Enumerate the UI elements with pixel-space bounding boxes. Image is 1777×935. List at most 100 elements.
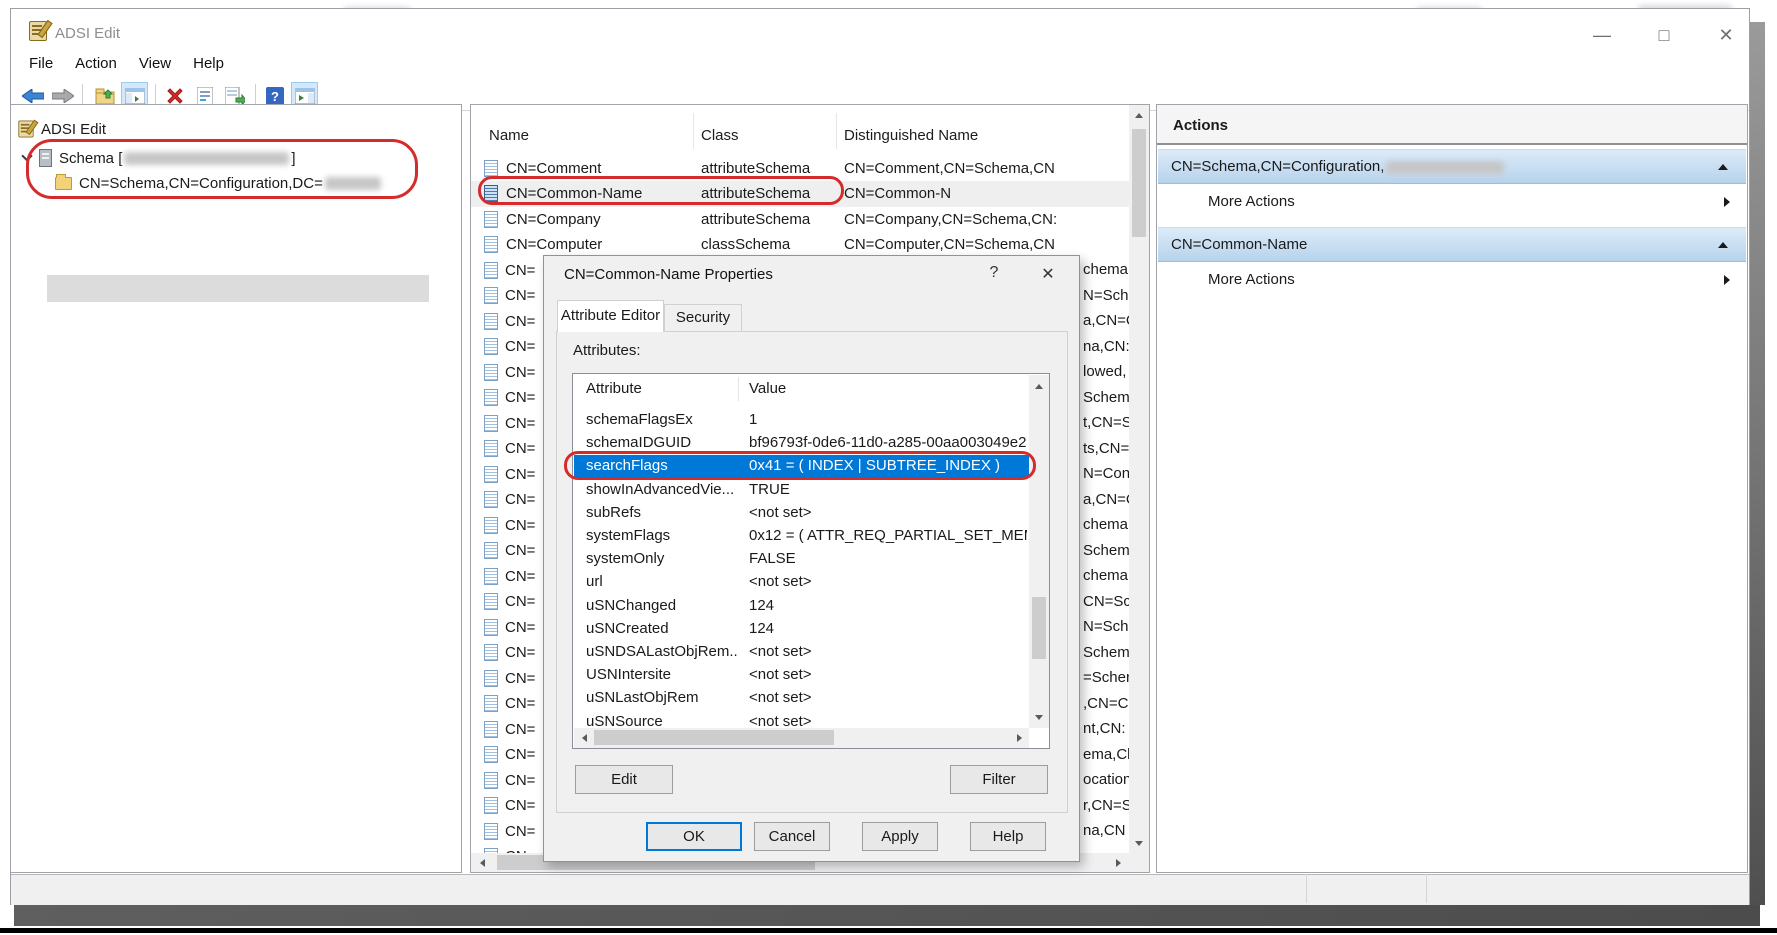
scroll-up-icon[interactable] [1035,384,1043,389]
table-row[interactable]: CN=CompanyattributeSchemaCN=Company,CN=S… [471,206,1129,232]
tree-root-adsi-edit[interactable]: ADSI Edit [17,119,106,139]
tree-root-label: ADSI Edit [41,121,106,138]
edit-button[interactable]: Edit [575,765,673,794]
attribute-schema-icon [484,262,498,279]
scroll-up-icon[interactable] [1135,113,1143,118]
attribute-row[interactable]: uSNDSALastObjRem...<not set> [574,641,1029,664]
table-row[interactable]: CN= [484,359,544,385]
column-divider[interactable] [836,113,837,149]
attribute-row[interactable]: schemaFlagsEx1 [574,409,1029,432]
scroll-left-icon[interactable] [480,859,485,867]
attribute-row[interactable]: subRefs<not set> [574,502,1029,525]
maximize-button[interactable]: □ [1649,25,1679,46]
tab-security[interactable]: Security [664,304,742,332]
vscroll-thumb[interactable] [1132,129,1146,237]
table-row[interactable]: CN= [484,844,544,854]
dialog-help-icon[interactable]: ? [982,264,1006,282]
table-row[interactable]: CN= [484,614,544,640]
attribute-value: <not set> [749,573,1027,590]
table-row[interactable]: CN= [484,716,544,742]
table-row[interactable]: CN= [484,334,544,360]
attribute-schema-icon [484,185,498,202]
table-row[interactable]: CN= [484,640,544,666]
attribute-row[interactable]: schemaIDGUIDbf96793f-0de6-11d0-a285-00aa… [574,432,1029,455]
help-button[interactable]: Help [970,822,1046,851]
menu-help[interactable]: Help [183,53,236,74]
table-row[interactable]: CN= [484,308,544,334]
table-row[interactable]: CN= [484,283,544,309]
table-row[interactable]: CN= [484,589,544,615]
table-row[interactable]: CN=CommentattributeSchemaCN=Comment,CN=S… [471,155,1129,181]
dialog-close-icon[interactable]: ✕ [1036,264,1060,284]
grid-hscrollbar[interactable] [574,728,1029,748]
tab-attribute-editor[interactable]: Attribute Editor [557,300,664,332]
scroll-right-icon[interactable] [1017,734,1022,742]
table-row[interactable]: CN= [484,538,544,564]
collapse-icon[interactable] [1718,164,1728,170]
list-vscrollbar[interactable] [1129,105,1149,853]
more-actions-common-name[interactable]: More Actions [1158,263,1746,297]
table-row[interactable]: CN= [484,818,544,844]
attribute-row[interactable]: uSNChanged124 [574,595,1029,618]
more-actions-schema[interactable]: More Actions [1158,185,1746,219]
table-row[interactable]: CN= [484,691,544,717]
grid-column-attribute[interactable]: Attribute [586,380,642,397]
table-row[interactable]: CN= [484,665,544,691]
grid-column-value[interactable]: Value [749,380,786,397]
attribute-value: FALSE [749,550,1027,567]
table-row[interactable]: CN= [484,563,544,589]
apply-button[interactable]: Apply [862,822,938,851]
filter-button[interactable]: Filter [950,765,1048,794]
ok-button[interactable]: OK [646,822,742,851]
close-button[interactable]: ✕ [1711,25,1741,46]
scroll-left-icon[interactable] [582,734,587,742]
attribute-row[interactable]: USNIntersite<not set> [574,664,1029,687]
table-row[interactable]: CN= [484,257,544,283]
column-header-name[interactable]: Name [489,127,529,144]
redacted-domain [325,177,381,190]
attribute-row[interactable]: uSNCreated124 [574,618,1029,641]
grid-vscroll-thumb[interactable] [1032,597,1046,659]
attribute-row[interactable]: searchFlags0x41 = ( INDEX | SUBTREE_INDE… [574,455,1029,478]
table-row[interactable]: CN= [484,512,544,538]
grid-hscroll-thumb[interactable] [594,730,834,745]
chevron-expanded-icon[interactable] [21,150,32,161]
scroll-down-icon[interactable] [1035,715,1043,720]
attribute-row[interactable]: uSNLastObjRem<not set> [574,687,1029,710]
actions-group-schema[interactable]: CN=Schema,CN=Configuration, [1158,149,1746,184]
cancel-button[interactable]: Cancel [754,822,830,851]
menu-action[interactable]: Action [65,53,129,74]
row-dn-fragment: Schema [1083,644,1131,661]
grid-vscrollbar[interactable] [1029,375,1049,728]
tree-item-schema-naming-context[interactable]: CN=Schema,CN=Configuration,DC= [55,175,383,192]
tree-item-schema[interactable]: Schema [ ] [19,149,296,167]
attribute-row[interactable]: showInAdvancedVie...TRUE [574,479,1029,502]
attribute-name: schemaFlagsEx [586,411,738,428]
scroll-right-icon[interactable] [1116,859,1121,867]
table-row[interactable]: CN=Common-NameattributeSchemaCN=Common-N [471,181,1129,207]
menu-view[interactable]: View [129,53,183,74]
table-row[interactable]: CN= [484,410,544,436]
row-name: CN= [505,364,535,381]
actions-group-common-name[interactable]: CN=Common-Name [1158,227,1746,262]
table-row[interactable]: CN= [484,767,544,793]
table-row[interactable]: CN= [484,461,544,487]
table-row[interactable]: CN= [484,436,544,462]
table-row[interactable]: CN= [484,793,544,819]
table-row[interactable]: CN= [484,487,544,513]
column-header-dn[interactable]: Distinguished Name [844,127,978,144]
attribute-row[interactable]: url<not set> [574,571,1029,594]
column-divider[interactable] [693,113,694,149]
table-row[interactable]: CN=ComputerclassSchemaCN=Computer,CN=Sch… [471,232,1129,258]
minimize-button[interactable]: — [1587,25,1617,46]
scroll-down-icon[interactable] [1135,841,1143,846]
column-header-class[interactable]: Class [701,127,739,144]
menu-file[interactable]: File [19,53,65,74]
collapse-icon[interactable] [1718,242,1728,248]
attribute-row[interactable]: systemFlags0x12 = ( ATTR_REQ_PARTIAL_SET… [574,525,1029,548]
attribute-row[interactable]: systemOnly FALSE [574,548,1029,571]
table-row[interactable]: CN= [484,385,544,411]
attribute-name: systemOnly [586,550,738,567]
adsi-edit-icon [18,121,33,138]
table-row[interactable]: CN= [484,742,544,768]
